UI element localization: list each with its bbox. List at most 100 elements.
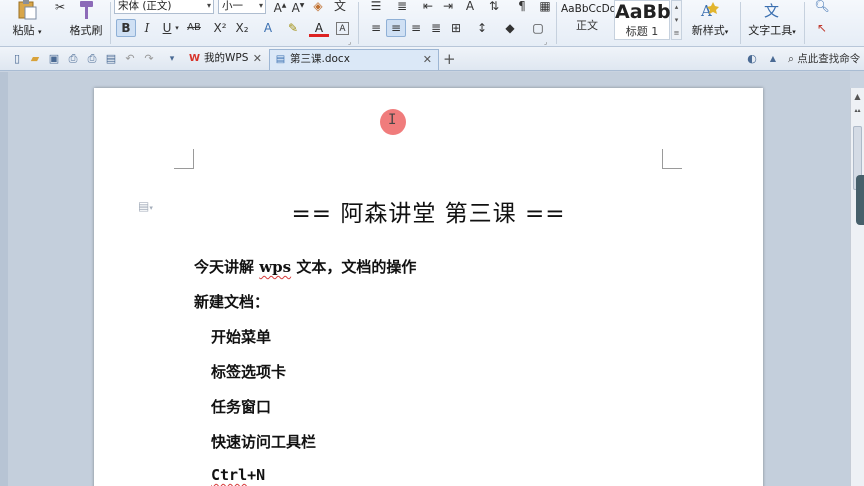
styles-scroll[interactable]: ▴ ▾ ≡	[671, 0, 682, 40]
format-painter-button[interactable]: 格式刷	[66, 0, 106, 38]
close-icon[interactable]: ✕	[423, 50, 432, 69]
align-center-icon[interactable]: ≡	[386, 19, 406, 37]
char-border-icon[interactable]: A	[336, 22, 349, 35]
select-icon[interactable]: ↖	[812, 19, 832, 37]
font-size-value: 小一	[222, 0, 243, 12]
svg-text:文: 文	[764, 2, 779, 20]
doc-line[interactable]: Ctrl+N	[211, 466, 265, 484]
doc-line-text: +N	[247, 466, 266, 484]
numbering-icon[interactable]: ≣	[392, 0, 412, 15]
font-name-combo[interactable]: 宋体 (正文) ▾	[114, 0, 214, 14]
margin-corner-top-left	[174, 149, 194, 169]
side-panel-handle[interactable]	[856, 175, 864, 225]
italic-button[interactable]: I	[137, 19, 157, 37]
tab-label: 第三课.docx	[290, 53, 350, 65]
borders-icon[interactable]: ▢	[528, 19, 548, 37]
paste-label: 粘贴	[12, 24, 35, 37]
highlight-icon[interactable]: ✎	[283, 19, 303, 37]
find-command-label: 点此查找命令	[797, 53, 861, 65]
justify-icon[interactable]: ≣	[426, 19, 446, 37]
table-icon[interactable]: ▦	[535, 0, 555, 15]
align-right-icon[interactable]: ≡	[406, 19, 426, 37]
font-name-value: 宋体 (正文)	[118, 0, 172, 12]
quick-access-tab-bar: ▯ ▰ ▣ ⎙ ⎙ ▤ ↶ ↷ ▾ W 我的WPS ✕ ▤ 第三课.docx ✕…	[0, 47, 864, 71]
document-page[interactable]: I ▤▾ == 阿森讲堂 第三课 == 今天讲解 wps 文本，文档的操作 新建…	[94, 88, 763, 486]
find-icon[interactable]: 🔍︎	[812, 0, 832, 15]
grow-font-icon[interactable]: A▲	[270, 0, 290, 15]
customize-chevron-down-icon[interactable]: ▾	[165, 52, 179, 66]
paste-icon	[18, 0, 37, 20]
style-normal-label: 正文	[576, 19, 598, 32]
distribute-icon[interactable]: ⊞	[446, 19, 466, 37]
bullets-icon[interactable]: ☰	[366, 0, 386, 15]
style-heading1[interactable]: AaBb 标题 1	[614, 0, 671, 40]
new-style-icon: A	[700, 2, 719, 20]
font-dialog-launcher-icon[interactable]: ⌟	[348, 38, 351, 46]
close-icon[interactable]: ✕	[253, 49, 262, 68]
open-folder-icon[interactable]: ▰	[28, 52, 42, 66]
export-pdf-icon[interactable]: ⎙	[66, 52, 80, 66]
undo-icon[interactable]: ↶	[123, 52, 137, 66]
sync-icon[interactable]: ◐	[745, 52, 759, 66]
shading-icon[interactable]: ◆	[500, 19, 520, 37]
tab-my-wps[interactable]: W 我的WPS ✕	[184, 49, 268, 70]
scroll-up-icon[interactable]: ▲	[851, 90, 864, 103]
align-left-icon[interactable]: ≡	[366, 19, 386, 37]
doc-line[interactable]: 新建文档：	[194, 291, 269, 312]
decrease-indent-icon[interactable]: ⇤	[418, 0, 438, 15]
doc-line[interactable]: 今天讲解 wps 文本，文档的操作	[194, 256, 416, 277]
ibeam-cursor-icon: I	[388, 112, 397, 128]
clear-format-icon[interactable]: ◈	[308, 0, 328, 15]
tab-label: 我的WPS	[204, 52, 249, 64]
doc-line[interactable]: 快速访问工具栏	[211, 431, 316, 452]
redo-icon[interactable]: ↷	[142, 52, 156, 66]
format-painter-icon	[80, 1, 93, 19]
text-effect-icon[interactable]: A	[258, 19, 278, 37]
vertical-scrollbar[interactable]: ▲ ▴▴	[850, 88, 864, 486]
doc-line[interactable]: 开始菜单	[211, 326, 271, 347]
spelling-error-text: Ctrl	[211, 466, 248, 484]
print-preview-icon[interactable]: ▤	[104, 52, 118, 66]
subscript-button[interactable]: X₂	[232, 19, 252, 37]
superscript-button[interactable]: X²	[210, 19, 230, 37]
line-spacing-icon[interactable]: ↕	[472, 19, 492, 37]
save-icon[interactable]: ▣	[47, 52, 61, 66]
separator	[556, 2, 557, 44]
phonetic-guide-icon[interactable]: 文	[330, 0, 350, 15]
prev-page-icon[interactable]: ▴▴	[851, 104, 864, 117]
paragraph-dialog-launcher-icon[interactable]: ⌟	[544, 38, 547, 46]
style-heading1-sample: AaBb	[615, 1, 671, 23]
tab-document[interactable]: ▤ 第三课.docx ✕	[269, 49, 439, 70]
new-tab-plus-icon[interactable]: +	[443, 50, 456, 68]
new-document-icon[interactable]: ▯	[10, 52, 24, 66]
search-icon: ⌕	[788, 53, 794, 65]
underline-dropdown-icon[interactable]: ▾	[172, 19, 182, 37]
chinese-layout-icon[interactable]: A	[460, 0, 480, 15]
doc-line[interactable]: 标签选项卡	[211, 361, 286, 382]
shrink-font-icon[interactable]: A▼	[288, 0, 308, 15]
mouse-cursor-highlight: I	[380, 109, 406, 135]
font-size-combo[interactable]: 小一 ▾	[218, 0, 266, 14]
print-icon[interactable]: ⎙	[85, 52, 99, 66]
paste-button[interactable]: 粘贴 ▾	[10, 0, 44, 38]
sort-icon[interactable]: ⇅	[484, 0, 504, 15]
text-tools-icon: 文	[764, 2, 779, 20]
doc-line[interactable]: 任务窗口	[211, 396, 271, 417]
format-painter-label: 格式刷	[69, 24, 103, 37]
doc-line-text: 今天讲解	[194, 258, 260, 276]
document-title[interactable]: == 阿森讲堂 第三课 ==	[94, 194, 763, 228]
increase-indent-icon[interactable]: ⇥	[438, 0, 458, 15]
separator	[804, 2, 805, 44]
minimize-ribbon-icon[interactable]: ▲	[766, 52, 780, 66]
spelling-error-text: wps	[259, 258, 292, 276]
text-tools-button[interactable]: 文 文字工具▾	[744, 0, 800, 38]
bold-button[interactable]: B	[116, 19, 136, 37]
find-command-box[interactable]: ⌕ 点此查找命令	[788, 51, 860, 66]
margin-corner-top-right	[662, 149, 682, 169]
wps-logo-icon: W	[188, 53, 201, 64]
style-normal[interactable]: AaBbCcDd 正文	[560, 0, 616, 40]
show-marks-icon[interactable]: ¶	[512, 0, 532, 15]
font-color-icon[interactable]: A	[309, 19, 329, 37]
new-style-button[interactable]: A 新样式▾	[686, 0, 734, 38]
strikethrough-button[interactable]: AB	[184, 19, 204, 37]
